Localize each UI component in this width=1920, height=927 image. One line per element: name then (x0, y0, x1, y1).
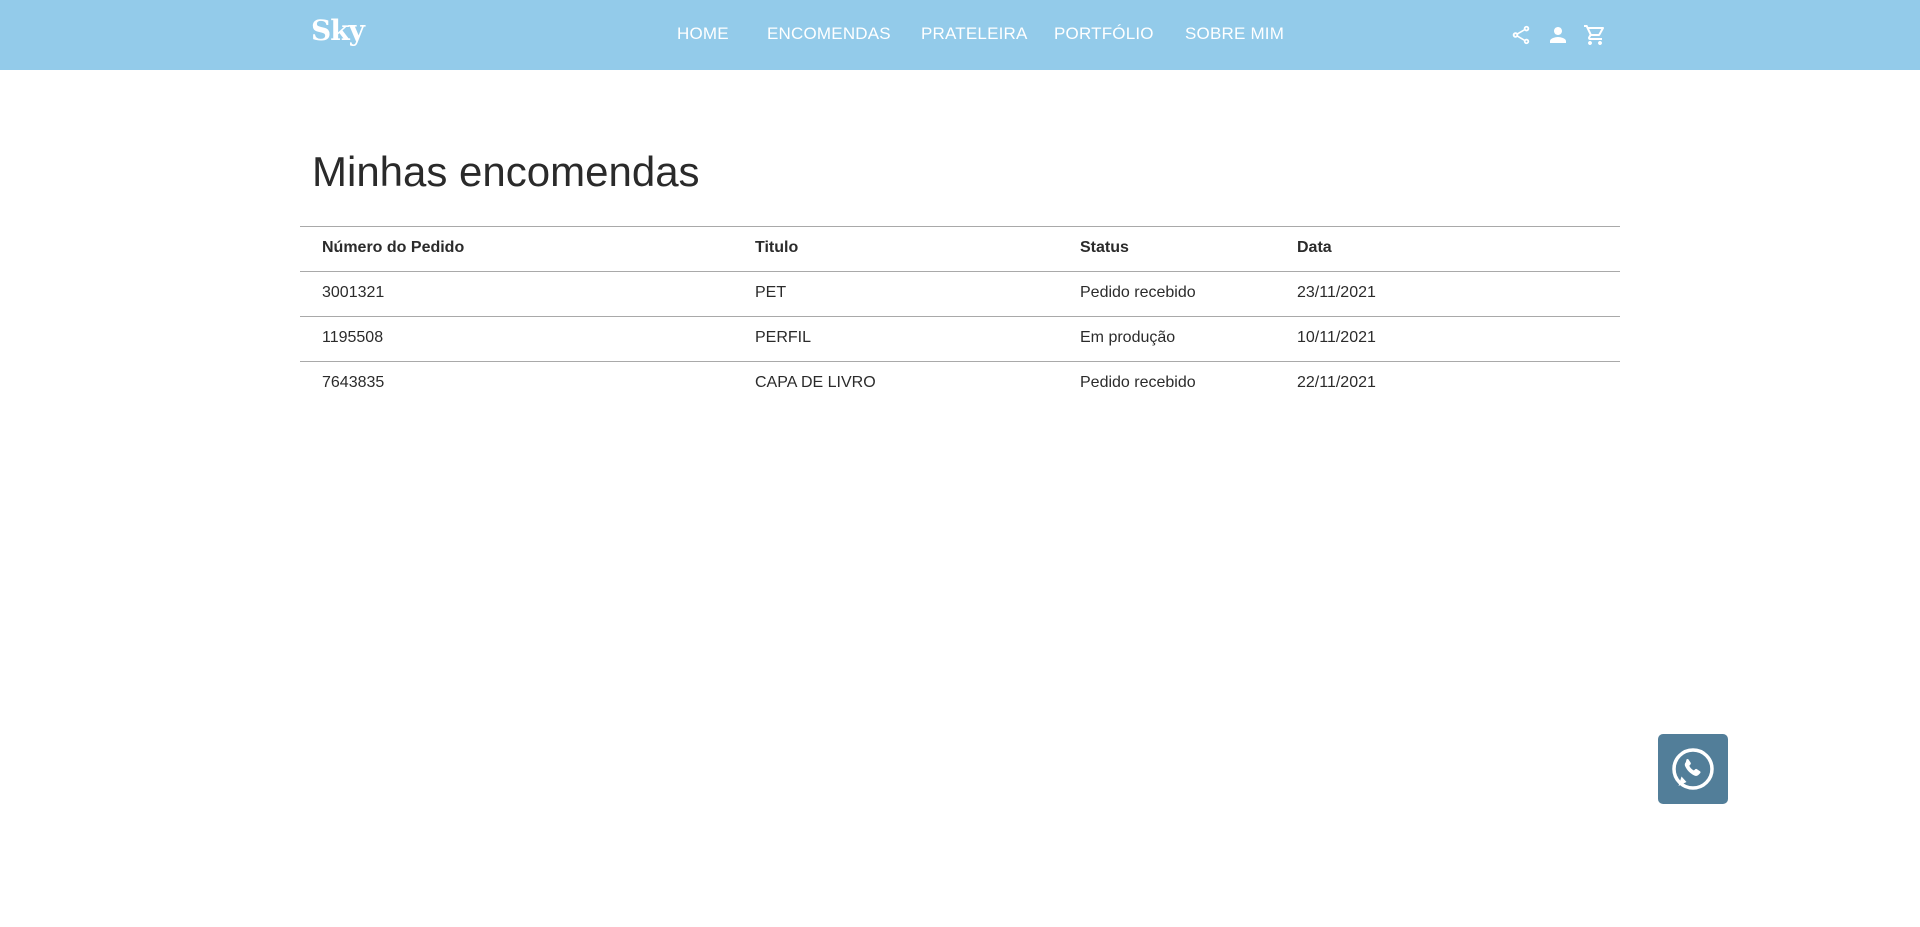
person-icon[interactable] (1545, 22, 1571, 48)
nav-prateleira[interactable]: PRATELEIRA (921, 24, 1028, 44)
order-title-cell: CAPA DE LIVRO (755, 374, 876, 391)
order-title-cell: PERFIL (755, 329, 812, 346)
order-number-cell: 1195508 (322, 329, 384, 346)
share-icon[interactable] (1508, 22, 1534, 48)
nav-home[interactable]: HOME (677, 24, 729, 44)
column-header-title: Titulo (755, 239, 799, 256)
top-navbar: Sky HOME ENCOMENDAS PRATELEIRA PORTFÓLIO… (0, 0, 1920, 70)
order-status-cell: Pedido recebido (1080, 284, 1196, 301)
nav-portfolio[interactable]: PORTFÓLIO (1054, 24, 1154, 44)
sky-logo[interactable]: Sky (311, 14, 365, 47)
page-title: Minhas encomendas (312, 148, 700, 195)
order-number-cell: 7643835 (322, 374, 385, 391)
cart-icon[interactable] (1582, 22, 1608, 48)
order-status-cell: Em produção (1080, 329, 1176, 346)
whatsapp-icon (1672, 748, 1714, 790)
order-date-cell: 23/11/2021 (1297, 284, 1376, 301)
orders-table: Número do Pedido Titulo Status Data 3001… (300, 226, 1620, 406)
order-title-cell: PET (755, 284, 787, 301)
table-header-row: Número do Pedido Titulo Status Data (300, 226, 1620, 271)
table-row[interactable]: 3001321 PET Pedido recebido 23/11/2021 (300, 271, 1620, 316)
table-row[interactable]: 1195508 PERFIL Em produção 10/11/2021 (300, 316, 1620, 361)
nav-sobre-mim[interactable]: SOBRE MIM (1185, 24, 1284, 44)
order-status-cell: Pedido recebido (1080, 374, 1196, 391)
order-date-cell: 22/11/2021 (1297, 374, 1376, 391)
order-date-cell: 10/11/2021 (1297, 329, 1376, 346)
nav-encomendas[interactable]: ENCOMENDAS (767, 24, 891, 44)
column-header-status: Status (1080, 239, 1129, 256)
table-row[interactable]: 7643835 CAPA DE LIVRO Pedido recebido 22… (300, 361, 1620, 406)
column-header-order-number: Número do Pedido (322, 239, 465, 256)
column-header-date: Data (1297, 239, 1332, 256)
order-number-cell: 3001321 (322, 284, 385, 301)
whatsapp-button[interactable] (1658, 734, 1728, 804)
